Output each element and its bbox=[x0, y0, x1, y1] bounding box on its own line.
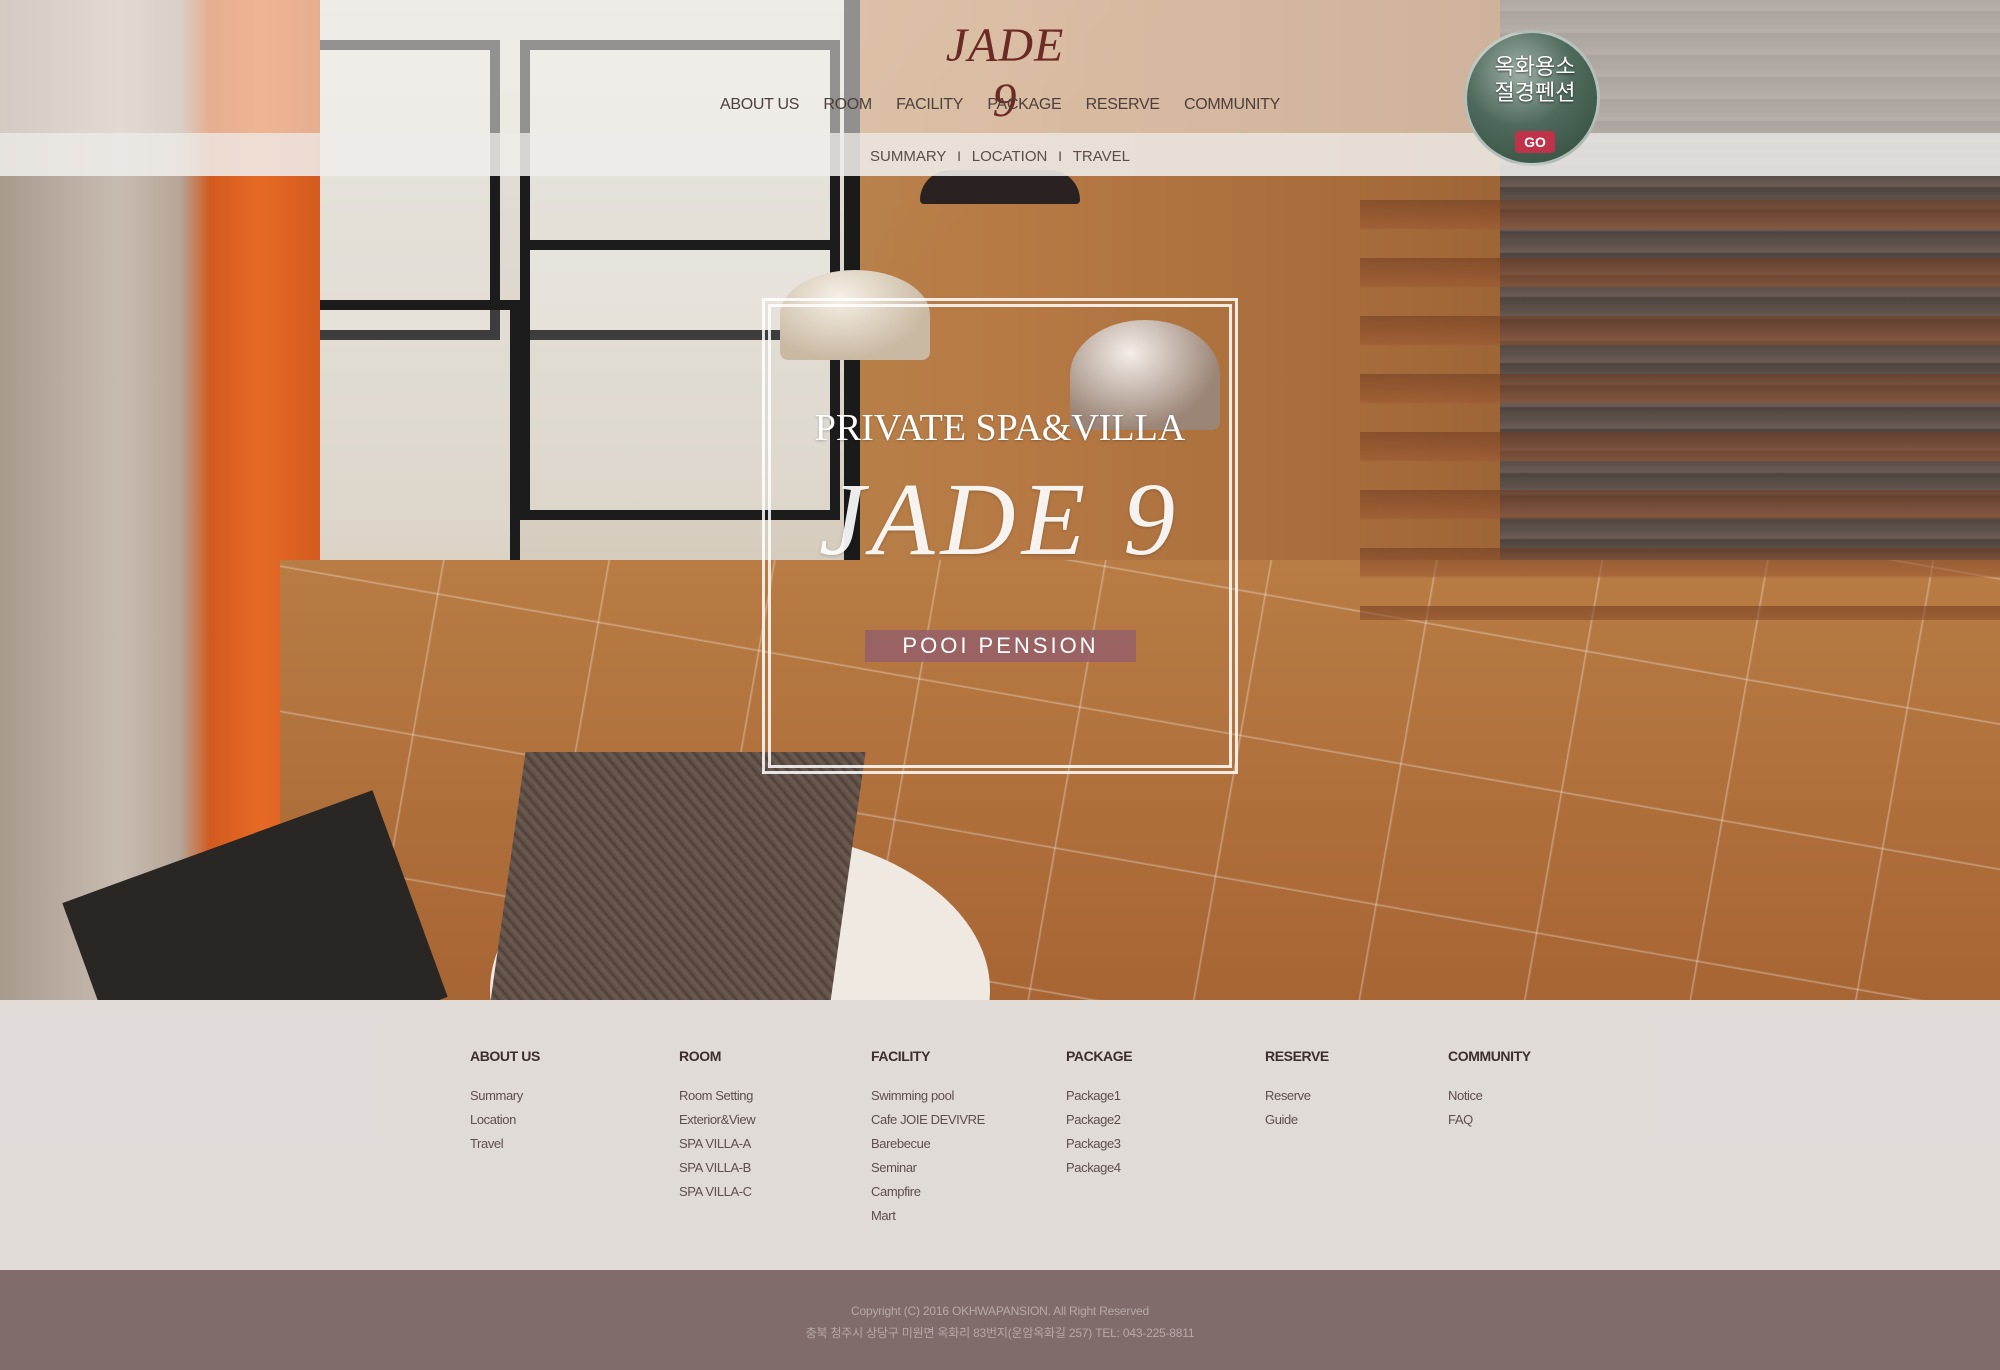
sitemap-col-reserve: RESERVE Reserve Guide bbox=[1265, 1048, 1329, 1132]
badge-text: 옥화용소 절경펜션 bbox=[1467, 55, 1597, 107]
sitemap-link[interactable]: Room Setting bbox=[679, 1084, 755, 1108]
sitemap-link[interactable]: Mart bbox=[871, 1204, 985, 1228]
nav-community[interactable]: COMMUNITY bbox=[1184, 96, 1280, 120]
sitemap-link[interactable]: Swimming pool bbox=[871, 1084, 985, 1108]
sitemap-heading: COMMUNITY bbox=[1448, 1048, 1531, 1064]
nav-package[interactable]: PACKAGE bbox=[987, 96, 1061, 120]
sitemap-link[interactable]: Summary bbox=[470, 1084, 540, 1108]
sub-nav: SUMMARY I LOCATION I TRAVEL bbox=[870, 144, 1130, 168]
sitemap-link[interactable]: Package2 bbox=[1066, 1108, 1132, 1132]
sitemap-heading: ABOUT US bbox=[470, 1048, 540, 1064]
sitemap-link[interactable]: Notice bbox=[1448, 1084, 1531, 1108]
sitemap-heading: PACKAGE bbox=[1066, 1048, 1133, 1064]
sitemap-col-facility: FACILITY Swimming pool Cafe JOIE DEVIVRE… bbox=[871, 1048, 985, 1228]
sitemap-link[interactable]: Package1 bbox=[1066, 1084, 1132, 1108]
hero-label: POOI PENSION bbox=[865, 630, 1136, 662]
sitemap-link[interactable]: Seminar bbox=[871, 1156, 985, 1180]
hero-logo: JADE 9 bbox=[818, 462, 1182, 577]
go-button[interactable]: GO bbox=[1515, 131, 1555, 153]
sitemap bbox=[0, 1000, 2000, 1270]
main-nav: ABOUT US ROOM FACILITY PACKAGE RESERVE C… bbox=[720, 96, 1280, 120]
sitemap-heading: RESERVE bbox=[1265, 1048, 1329, 1064]
sitemap-link[interactable]: SPA VILLA-A bbox=[679, 1132, 755, 1156]
sitemap-link[interactable]: Exterior&View bbox=[679, 1108, 756, 1132]
sitemap-link[interactable]: FAQ bbox=[1448, 1108, 1531, 1132]
sitemap-link[interactable]: Reserve bbox=[1265, 1084, 1329, 1108]
sitemap-link[interactable]: Travel bbox=[470, 1132, 540, 1156]
sitemap-link[interactable]: SPA VILLA-C bbox=[679, 1180, 755, 1204]
subnav-summary[interactable]: SUMMARY bbox=[870, 148, 946, 165]
sitemap-col-room: ROOM Room Setting Exterior&View SPA VILL… bbox=[679, 1048, 756, 1204]
sitemap-link[interactable]: Barebecue bbox=[871, 1132, 985, 1156]
nav-about-us[interactable]: ABOUT US bbox=[720, 96, 799, 120]
site-logo[interactable]: JADE 9 bbox=[935, 18, 1075, 127]
address-text: 충북 청주시 상당구 미원면 옥화리 83번지(운암옥화길 257) TEL: … bbox=[805, 1326, 1195, 1340]
sitemap-heading: ROOM bbox=[679, 1048, 721, 1064]
sitemap-link[interactable]: Guide bbox=[1265, 1108, 1329, 1132]
subnav-separator: I bbox=[1058, 148, 1062, 164]
copyright-footer: Copyright (C) 2016 OKHWAPANSION. All Rig… bbox=[0, 1270, 2000, 1370]
subnav-separator: I bbox=[957, 148, 962, 164]
copyright-text: Copyright (C) 2016 OKHWAPANSION. All Rig… bbox=[851, 1304, 1149, 1318]
nav-facility[interactable]: FACILITY bbox=[896, 96, 963, 120]
sitemap-link[interactable]: SPA VILLA-B bbox=[679, 1156, 755, 1180]
subnav-travel[interactable]: TRAVEL bbox=[1073, 148, 1130, 165]
partner-pension-badge[interactable]: 옥화용소 절경펜션 GO bbox=[1464, 30, 1600, 166]
badge-line2: 절경펜션 bbox=[1494, 81, 1576, 106]
sitemap-link[interactable]: Campfire bbox=[871, 1180, 985, 1204]
sitemap-col-package: PACKAGE Package1 Package2 Package3 Packa… bbox=[1066, 1048, 1133, 1180]
nav-reserve[interactable]: RESERVE bbox=[1086, 96, 1160, 120]
sitemap-heading: FACILITY bbox=[871, 1048, 931, 1064]
staircase bbox=[1360, 200, 2000, 620]
sitemap-col-community: COMMUNITY Notice FAQ bbox=[1448, 1048, 1531, 1132]
badge-line1: 옥화용소 bbox=[1494, 55, 1576, 80]
sitemap-link[interactable]: Cafe JOIE DEVIVRE bbox=[871, 1108, 985, 1132]
hero-tagline: PRIVATE SPA&VILLA bbox=[814, 407, 1186, 449]
sitemap-link[interactable]: Package4 bbox=[1066, 1156, 1132, 1180]
coffee-table bbox=[490, 752, 866, 1000]
sitemap-link[interactable]: Location bbox=[470, 1108, 540, 1132]
subnav-location[interactable]: LOCATION bbox=[972, 148, 1048, 165]
sitemap-col-about: ABOUT US Summary Location Travel bbox=[470, 1048, 540, 1156]
sitemap-link[interactable]: Package3 bbox=[1066, 1132, 1132, 1156]
nav-room[interactable]: ROOM bbox=[823, 96, 872, 120]
